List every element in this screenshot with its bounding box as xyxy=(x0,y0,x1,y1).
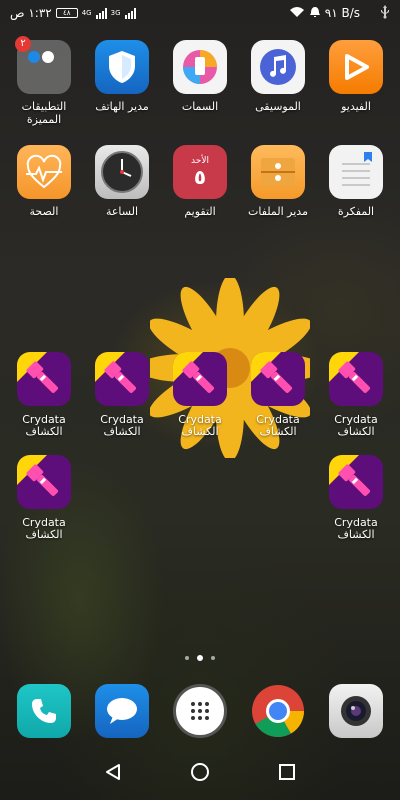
video-icon xyxy=(329,40,383,94)
status-bar: ١:٣٢ ص ٤٨ 4G 3G ٩١ B/s xyxy=(0,0,400,26)
shield-icon xyxy=(95,40,149,94)
app-featured-folder[interactable]: ٢ التطبيقات المميزة xyxy=(5,36,83,126)
app-phone-manager[interactable]: مدير الهاتف xyxy=(83,40,161,113)
notification-badge: ٢ xyxy=(15,36,31,52)
chrome-icon xyxy=(251,684,305,738)
flashlight-icon xyxy=(173,352,227,406)
app-file-manager[interactable]: مدير الملفات xyxy=(239,145,317,218)
status-left: ١:٣٢ ص ٤٨ 4G 3G xyxy=(10,6,136,20)
alarm-icon xyxy=(309,6,321,21)
messages-icon xyxy=(95,684,149,738)
dock-app-drawer[interactable] xyxy=(161,684,239,738)
app-crydata-torch[interactable]: Crydata الكشاف xyxy=(83,352,161,438)
page-indicator[interactable] xyxy=(0,655,400,661)
recents-icon[interactable] xyxy=(278,763,296,785)
status-right: ٩١ B/s xyxy=(289,4,390,22)
app-crydata-torch[interactable]: Crydata الكشاف xyxy=(5,352,83,438)
app-label-line2: الكشاف xyxy=(337,528,375,541)
app-health[interactable]: الصحة xyxy=(5,145,83,218)
calendar-icon: الأحد ٥ xyxy=(173,145,227,199)
flashlight-icon xyxy=(17,455,71,509)
app-crydata-torch[interactable]: Crydata الكشاف xyxy=(5,455,83,541)
camera-icon xyxy=(329,684,383,738)
app-label-line2: الكشاف xyxy=(259,425,297,438)
dock-phone[interactable] xyxy=(5,684,83,738)
app-label-line2: الكشاف xyxy=(25,528,63,541)
app-label-line2: الكشاف xyxy=(25,425,63,438)
net-speed-text: ٩١ B/s xyxy=(324,6,360,20)
network-3g-label: 3G xyxy=(110,9,121,17)
app-label: التقويم xyxy=(184,205,216,218)
flashlight-icon xyxy=(329,352,383,406)
dock-camera[interactable] xyxy=(317,684,395,738)
app-label: مدير الهاتف xyxy=(95,100,149,113)
app-crydata-torch[interactable]: Crydata الكشاف xyxy=(317,455,395,541)
app-label-line2: الكشاف xyxy=(337,425,375,438)
signal-icon-2 xyxy=(124,7,136,19)
notepad-icon xyxy=(329,145,383,199)
dock-messages[interactable] xyxy=(83,684,161,738)
app-notepad[interactable]: المفكرة xyxy=(317,145,395,218)
app-crydata-torch[interactable]: Crydata الكشاف xyxy=(317,352,395,438)
app-drawer-icon xyxy=(173,684,227,738)
music-icon xyxy=(251,40,305,94)
clock-text: ١:٣٢ ص xyxy=(10,6,52,20)
network-4g-label: 4G xyxy=(81,9,92,17)
page-dot-active[interactable] xyxy=(197,655,203,661)
themes-icon xyxy=(173,40,227,94)
folder-files-icon xyxy=(251,145,305,199)
app-label: المفكرة xyxy=(337,205,375,218)
app-label-line2: الكشاف xyxy=(181,425,219,438)
app-label: الصحة xyxy=(29,205,59,218)
phone-icon xyxy=(17,684,71,738)
dock xyxy=(0,684,400,738)
flashlight-icon xyxy=(95,352,149,406)
health-heart-icon xyxy=(17,145,71,199)
page-dot[interactable] xyxy=(211,656,215,660)
flashlight-icon xyxy=(17,352,71,406)
app-clock[interactable]: الساعة xyxy=(83,145,161,218)
signal-icon xyxy=(95,7,107,19)
app-label: الموسيقى xyxy=(255,100,301,113)
flashlight-icon xyxy=(329,455,383,509)
calendar-day-number: ٥ xyxy=(193,165,207,189)
clock-icon xyxy=(95,145,149,199)
app-crydata-torch[interactable]: Crydata الكشاف xyxy=(239,352,317,438)
app-calendar[interactable]: الأحد ٥ التقويم xyxy=(161,145,239,218)
navigation-bar xyxy=(0,748,400,800)
app-label: الفيديو xyxy=(341,100,371,113)
app-music[interactable]: الموسيقى xyxy=(239,40,317,113)
app-themes[interactable]: السمات xyxy=(161,40,239,113)
app-crydata-torch[interactable]: Crydata الكشاف xyxy=(161,352,239,438)
app-video[interactable]: الفيديو xyxy=(317,40,395,113)
app-label: الساعة xyxy=(105,205,139,218)
app-label-line2: الكشاف xyxy=(103,425,141,438)
app-label: السمات xyxy=(181,100,219,113)
page-dot[interactable] xyxy=(185,656,189,660)
usb-icon xyxy=(380,4,390,22)
dock-chrome[interactable] xyxy=(239,684,317,738)
app-label: التطبيقات المميزة xyxy=(21,100,67,126)
flashlight-icon xyxy=(251,352,305,406)
wifi-icon xyxy=(289,6,305,21)
battery-icon: ٤٨ xyxy=(55,8,78,18)
app-label: مدير الملفات xyxy=(248,205,308,218)
back-icon[interactable] xyxy=(104,763,122,785)
home-icon[interactable] xyxy=(190,762,210,786)
